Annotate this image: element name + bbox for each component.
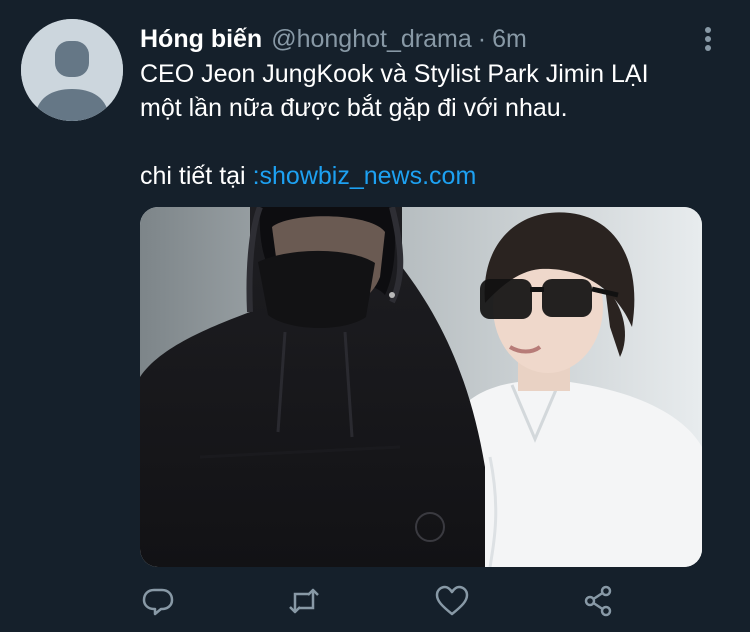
- detail-prefix: chi tiết tại: [140, 162, 253, 190]
- photo: [140, 207, 702, 567]
- retweet-icon: [289, 588, 319, 614]
- author-handle[interactable]: @honghot_drama: [271, 21, 472, 57]
- default-avatar-icon: [21, 19, 123, 121]
- tweet-text: CEO Jeon JungKook và Stylist Park Jimin …: [140, 57, 725, 193]
- like-button[interactable]: [434, 583, 470, 619]
- share-button[interactable]: [580, 583, 616, 619]
- more-vertical-icon[interactable]: [700, 24, 716, 54]
- tweet[interactable]: Hóng biến @honghot_drama · 6m CEO Jeon J…: [0, 0, 750, 632]
- tweet-timestamp[interactable]: 6m: [492, 21, 527, 57]
- reply-icon: [142, 588, 174, 616]
- author-display-name[interactable]: Hóng biến: [140, 21, 262, 57]
- separator-dot: ·: [477, 25, 487, 53]
- detail-link[interactable]: :showbiz_news.com: [253, 162, 477, 190]
- avatar[interactable]: [21, 19, 123, 121]
- retweet-button[interactable]: [286, 583, 322, 619]
- tweet-text-line-1: CEO Jeon JungKook và Stylist Park Jimin …: [140, 60, 649, 88]
- share-icon: [584, 585, 612, 617]
- tweet-detail-line: chi tiết tại :showbiz_news.com: [140, 159, 725, 193]
- reply-button[interactable]: [140, 583, 176, 619]
- tweet-header: Hóng biến @honghot_drama · 6m: [140, 21, 527, 57]
- tweet-media-photo[interactable]: [140, 207, 702, 567]
- heart-icon: [435, 585, 469, 616]
- tweet-actions: [140, 583, 630, 619]
- tweet-text-line-2: một lần nữa được bắt gặp đi với nhau.: [140, 94, 568, 122]
